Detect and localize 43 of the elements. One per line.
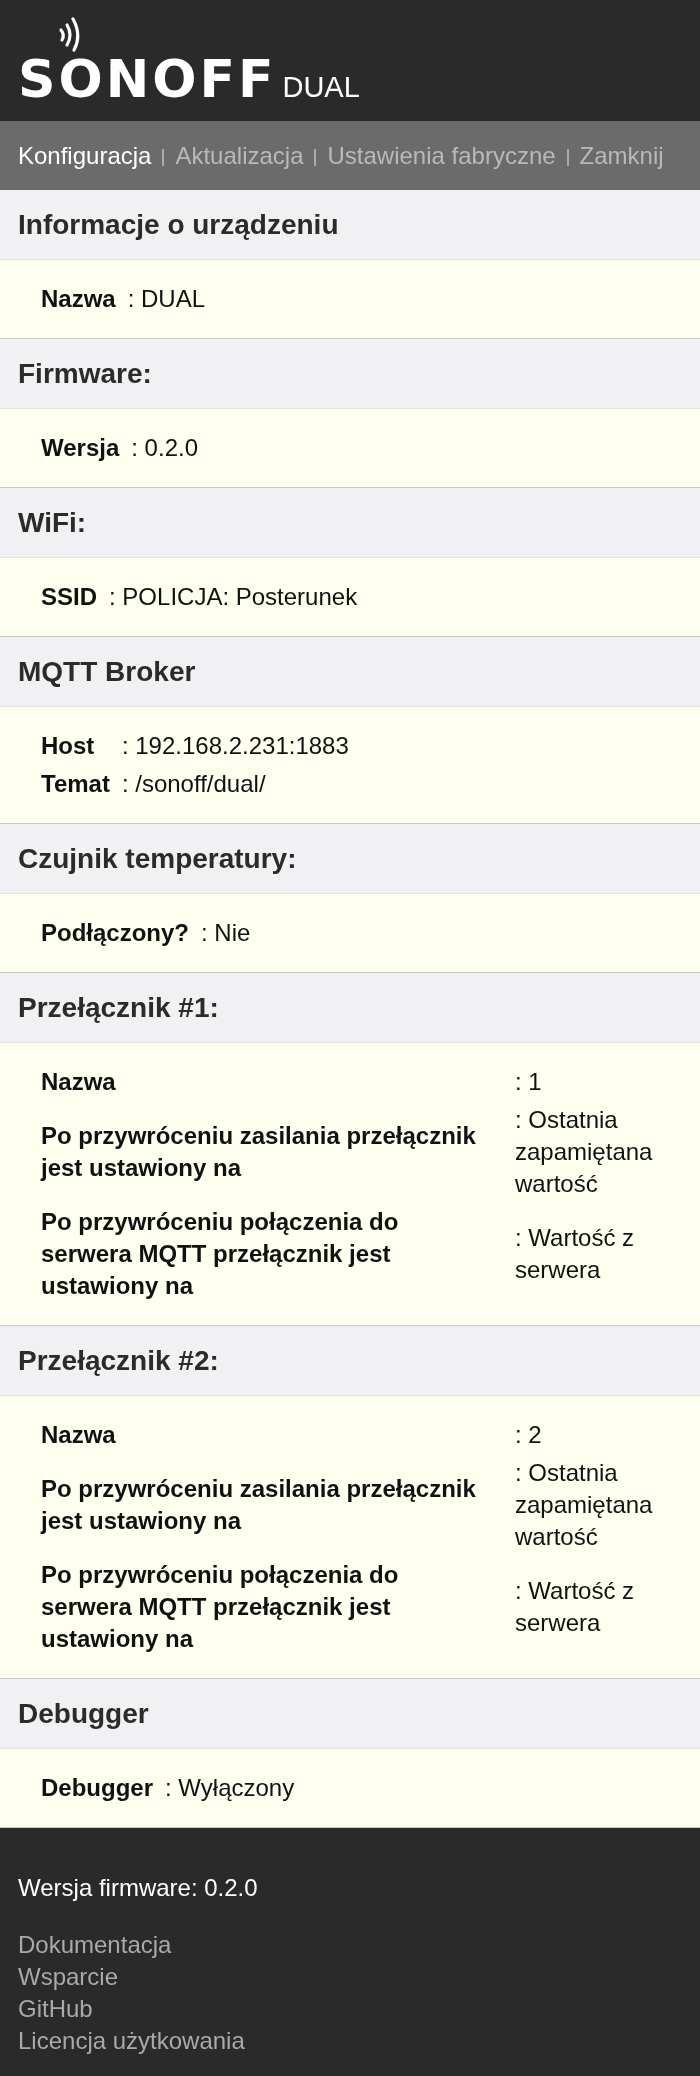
field-value: : 0.2.0 [131,433,199,463]
field-value: : DUAL [127,284,207,314]
field-value: : /sonoff/dual/ [121,769,267,799]
field-label: Temat [41,769,110,799]
section-title: MQTT Broker [18,654,196,689]
field-label: Po przywróceniu połączenia do serwera MQTT przełącznik jest ustawiony na [41,1207,400,1301]
field-label: Host [41,731,96,761]
section-title: Debugger [18,1696,149,1731]
field-value: : Wartość z serwera [515,1223,636,1285]
field-label: Nazwa [41,1420,117,1450]
field-value: : 192.168.2.231:1883 [121,731,350,761]
field-label: Po przywróceniu zasilania przełącznik jest ustawiony na [41,1121,477,1183]
field-label: Po przywróceniu zasilania przełącznik jest ustawiony na [41,1474,477,1536]
field-value: : Wyłączony [165,1773,296,1803]
section-title: Czujnik temperatury: [18,841,297,876]
field-label: Podłączony? [41,918,190,948]
field-label: Po przywróceniu połączenia do serwera MQTT przełącznik jest ustawiony na [41,1560,400,1654]
field-value: : Ostatnia zapamiętana wartość [515,1458,654,1552]
firmware-version-text: Wersja firmware: 0.2.0 [18,1873,258,1903]
field-value: : 1 [515,1067,543,1097]
logo-wordmark: SONOFF [18,60,277,98]
field-label: Wersja [41,433,120,463]
field-value: : POLICJA: Posterunek [109,582,359,612]
field-label: Nazwa [41,284,116,314]
nav-link[interactable]: Konfiguracja [18,140,152,171]
field-label: Nazwa [41,1067,117,1097]
section-title: WiFi: [18,505,87,540]
section-title: Informacje o urządzeniu [18,207,339,242]
field-value: : 2 [515,1420,543,1450]
footer-link[interactable]: Dokumentacja [18,1929,172,1961]
field-value: : Ostatnia zapamiętana wartość [515,1105,654,1199]
footer-link[interactable]: Wsparcie [18,1961,119,1993]
field-value: : Wartość z serwera [515,1576,636,1638]
field-value: : Nie [201,918,252,948]
section-title: Przełącznik #2: [18,1343,219,1378]
footer-link[interactable]: Licencja użytkowania [18,2025,245,2057]
footer-link[interactable]: GitHub [18,1993,93,2025]
signal-waves-icon [58,16,82,53]
section-title: Przełącznik #1: [18,990,219,1025]
field-label: SSID [41,582,97,612]
device-model-label: DUAL [282,76,360,98]
section-title: Firmware: [18,356,152,391]
field-label: Debugger [41,1773,153,1803]
